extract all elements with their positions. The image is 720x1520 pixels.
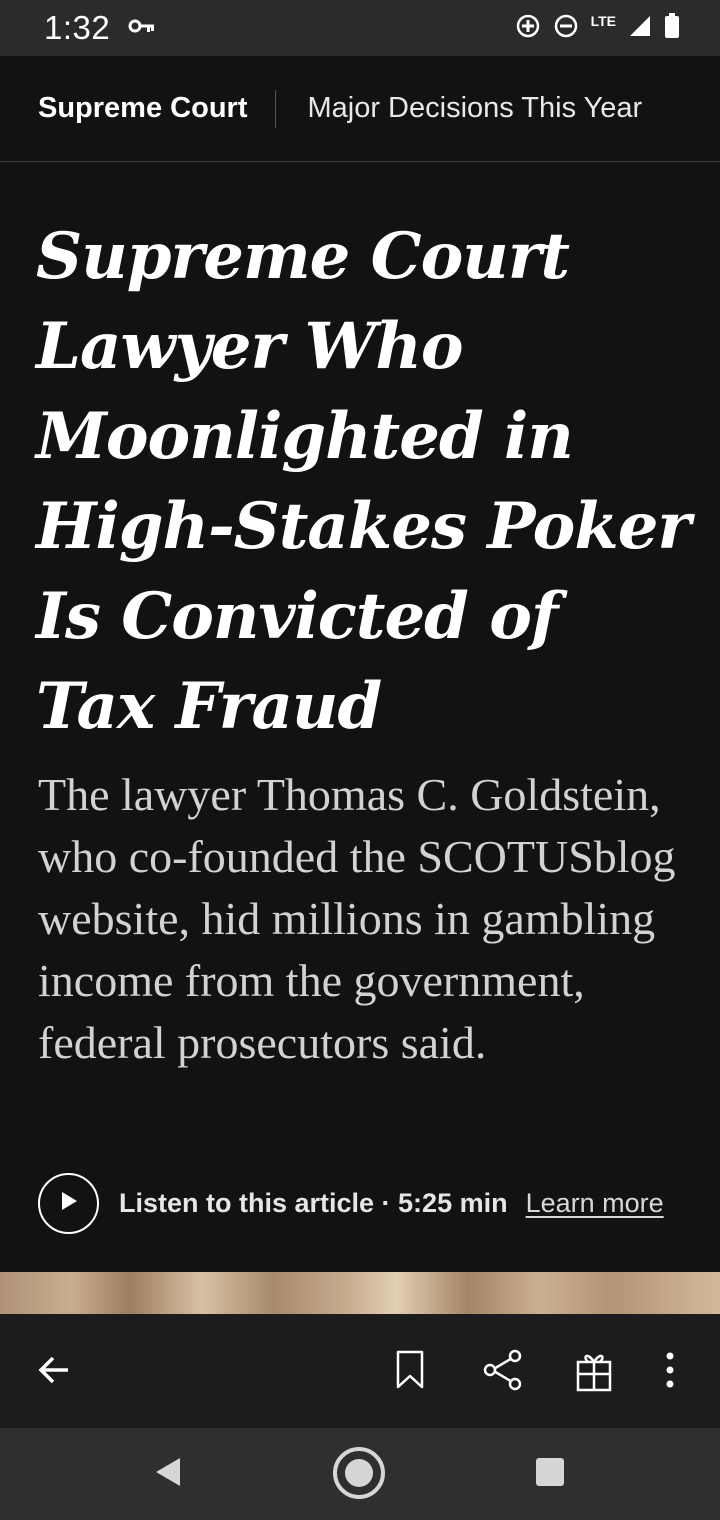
back-button[interactable] bbox=[30, 1348, 78, 1396]
more-options-button[interactable] bbox=[646, 1348, 694, 1396]
do-not-disturb-icon bbox=[553, 13, 579, 44]
nav-back-icon bbox=[154, 1456, 182, 1493]
bookmark-button[interactable] bbox=[386, 1348, 434, 1396]
play-audio-button[interactable] bbox=[38, 1172, 99, 1234]
nav-home-icon bbox=[331, 1445, 387, 1506]
article-toolbar bbox=[0, 1314, 720, 1428]
share-button[interactable] bbox=[478, 1348, 526, 1396]
gift-article-button[interactable] bbox=[570, 1348, 618, 1396]
system-back-button[interactable] bbox=[148, 1454, 188, 1494]
article-headline: Supreme Court Lawyer Who Moonlighted in … bbox=[36, 219, 691, 744]
status-left: 1:32 bbox=[44, 9, 156, 47]
back-arrow-icon bbox=[37, 1355, 71, 1390]
vpn-key-icon bbox=[128, 18, 156, 39]
more-vert-icon bbox=[665, 1352, 675, 1393]
battery-icon bbox=[664, 12, 680, 44]
share-icon bbox=[482, 1349, 522, 1396]
system-recents-button[interactable] bbox=[530, 1454, 570, 1494]
data-saver-icon bbox=[515, 13, 541, 44]
section-label[interactable]: Supreme Court bbox=[0, 92, 275, 125]
bookmark-icon bbox=[396, 1350, 424, 1395]
status-time: 1:32 bbox=[44, 9, 111, 46]
learn-more-link[interactable]: Learn more bbox=[526, 1188, 664, 1219]
play-icon bbox=[59, 1190, 79, 1217]
status-bar: 1:32 LTE bbox=[0, 0, 720, 56]
system-home-button[interactable] bbox=[331, 1445, 387, 1506]
system-nav-bar bbox=[0, 1428, 720, 1520]
network-type: LTE bbox=[590, 13, 616, 29]
listen-label: Listen to this article · 5:25 min bbox=[119, 1187, 508, 1218]
signal-icon bbox=[628, 14, 652, 43]
article-image bbox=[0, 1272, 720, 1314]
major-decisions-link[interactable]: Major Decisions This Year bbox=[276, 92, 642, 125]
listen-row: Listen to this article · 5:25 min Learn … bbox=[38, 1172, 688, 1234]
status-right: LTE bbox=[515, 12, 680, 44]
section-nav: Supreme Court Major Decisions This Year bbox=[0, 56, 720, 162]
nav-recents-icon bbox=[535, 1457, 565, 1492]
article-summary: The lawyer Thomas C. Goldstein, who co-f… bbox=[38, 769, 676, 1068]
gift-icon bbox=[576, 1348, 612, 1397]
